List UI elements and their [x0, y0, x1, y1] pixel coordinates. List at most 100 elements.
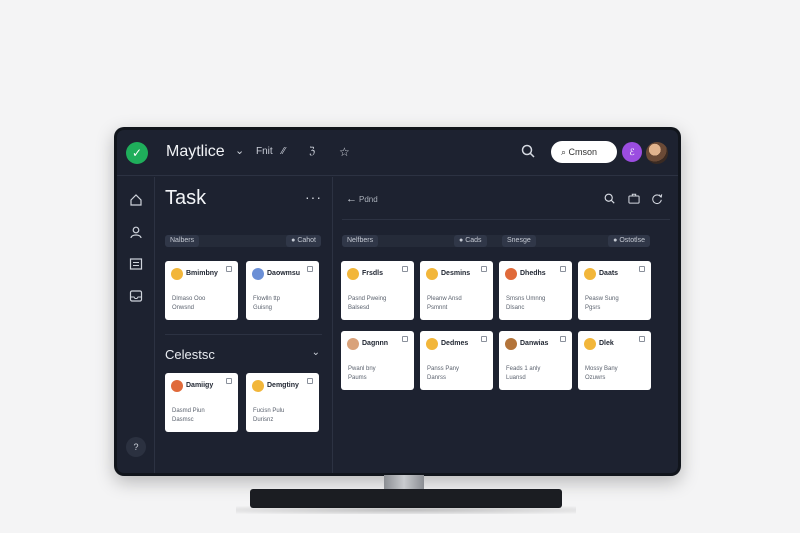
task-card[interactable]: Damiigy Dasmd Piun Dasmsc	[165, 373, 238, 432]
check-logo-icon[interactable]: ✓	[126, 142, 148, 164]
filter-chip[interactable]: ● Cahot	[286, 235, 321, 247]
filter-chip[interactable]: ● Ostotlse	[608, 235, 650, 247]
menu-item-edit[interactable]: Fnit	[256, 146, 273, 157]
menu-item-tools[interactable]: ℨ	[309, 146, 315, 157]
card-line-2: Ozuwrs	[585, 375, 606, 381]
filter-chip[interactable]: Snesge	[502, 235, 536, 247]
inbox-icon[interactable]	[129, 289, 143, 303]
user-badge[interactable]: ℰ	[622, 142, 642, 162]
list-icon[interactable]	[129, 257, 143, 271]
card-menu-icon[interactable]	[560, 336, 566, 342]
card-line-2: Luansd	[506, 375, 526, 381]
search-icon[interactable]	[521, 144, 535, 161]
back-label[interactable]: Pdnd	[359, 195, 378, 204]
card-menu-icon[interactable]	[226, 378, 232, 384]
chip-dot-icon: ●	[459, 237, 464, 244]
card-name: Danwias	[520, 340, 549, 347]
card-menu-icon[interactable]	[307, 266, 313, 272]
avatar	[252, 268, 264, 280]
menu-item-pen[interactable]: ⁄⁄	[282, 146, 285, 157]
card-menu-icon[interactable]	[307, 378, 313, 384]
task-card[interactable]: Demgtiny Fucisn Pulu Durisnz	[246, 373, 319, 432]
avatar	[426, 268, 438, 280]
card-line-1: Pleanw Ansd	[427, 296, 462, 302]
filter-chip[interactable]: ● Cads	[454, 235, 487, 247]
task-card[interactable]: Bmimbny Dlmaso Ooo Onwsnd	[165, 261, 238, 320]
monitor-frame: ✓ Maytlice ⌄ Fnit ⁄⁄ ℨ ☆ ⌕ Cmson ℰ ? Tas…	[114, 127, 681, 476]
card-line-1: Pwanl bny	[348, 366, 376, 372]
task-card[interactable]: Danwias Feads 1 anly Luansd	[499, 331, 572, 390]
card-line-1: Pasnd Pweing	[348, 296, 387, 302]
card-name: Dhedhs	[520, 270, 546, 277]
detail-panel: ← Pdnd Nelfbers ● Cads Snesge ● Ostotlse	[334, 177, 678, 473]
card-name: Desmins	[441, 270, 471, 277]
avatar	[347, 268, 359, 280]
card-menu-icon[interactable]	[402, 336, 408, 342]
card-name: Daats	[599, 270, 619, 277]
card-line-1: Peasw Sung	[585, 296, 619, 302]
card-name: Dagnnn	[362, 340, 389, 347]
avatar	[505, 338, 517, 350]
card-name: Daowmsu	[267, 270, 301, 277]
card-line-2: Onwsnd	[172, 305, 195, 311]
filter-bar: Nelfbers ● Cads Snesge ● Ostotlse	[342, 235, 650, 247]
avatar	[584, 268, 596, 280]
card-line-1: Smsns Umnng	[506, 296, 546, 302]
task-card[interactable]: Desmins Pleanw Ansd Psmnnt	[420, 261, 493, 320]
avatar	[584, 338, 596, 350]
card-line-2: Psmnnt	[427, 305, 448, 311]
avatar	[347, 338, 359, 350]
task-card[interactable]: Daowmsu Flowlln ttp Guisng	[246, 261, 319, 320]
card-name: Dedmes	[441, 340, 469, 347]
divider	[165, 334, 322, 335]
more-dots-icon[interactable]: ···	[305, 189, 322, 205]
card-name: Frsdls	[362, 270, 384, 277]
star-icon[interactable]: ☆	[339, 145, 350, 159]
card-menu-icon[interactable]	[481, 266, 487, 272]
card-line-2: Paums	[348, 375, 367, 381]
card-menu-icon[interactable]	[639, 336, 645, 342]
filter-chip[interactable]: Nalbers	[165, 235, 200, 247]
user-icon[interactable]	[129, 225, 143, 239]
card-line-2: Durisnz	[253, 417, 274, 423]
card-line-2: Dlsanc	[506, 305, 525, 311]
app-screen: ✓ Maytlice ⌄ Fnit ⁄⁄ ℨ ☆ ⌕ Cmson ℰ ? Tas…	[117, 130, 678, 473]
card-menu-icon[interactable]	[481, 336, 487, 342]
refresh-icon[interactable]	[651, 193, 663, 208]
card-line-2: Pgsrs	[585, 305, 601, 311]
back-arrow-icon[interactable]: ←	[346, 193, 357, 205]
card-menu-icon[interactable]	[560, 266, 566, 272]
search-icon[interactable]	[604, 193, 615, 207]
chip-label: Cahot	[297, 237, 316, 244]
briefcase-icon[interactable]	[628, 193, 640, 207]
task-card[interactable]: Frsdls Pasnd Pweing Balsesd	[341, 261, 414, 320]
top-bar: ✓ Maytlice ⌄ Fnit ⁄⁄ ℨ ☆ ⌕ Cmson ℰ	[117, 130, 678, 176]
card-line-1: Dlmaso Ooo	[172, 296, 206, 302]
filter-bar: Nalbers ● Cahot	[165, 235, 321, 247]
task-card[interactable]: Dhedhs Smsns Umnng Dlsanc	[499, 261, 572, 320]
stand-shadow	[236, 506, 576, 514]
card-menu-icon[interactable]	[402, 266, 408, 272]
avatar	[171, 380, 183, 392]
task-card[interactable]: Dlek Mossy Bany Ozuwrs	[578, 331, 651, 390]
chip-label: Cads	[465, 237, 482, 244]
task-card[interactable]: Dedmes Panss Pany Danrss	[420, 331, 493, 390]
filter-chip[interactable]: Nelfbers	[342, 235, 379, 247]
search-pill-icon: ⌕	[561, 147, 569, 157]
chevron-down-icon[interactable]: ⌄	[312, 347, 320, 358]
card-line-1: Panss Pany	[427, 366, 460, 372]
chip-dot-icon: ●	[613, 237, 618, 244]
task-card[interactable]: Dagnnn Pwanl bny Paums	[341, 331, 414, 390]
help-icon[interactable]: ?	[126, 437, 146, 457]
card-line-2: Guisng	[253, 305, 273, 311]
avatar	[171, 268, 183, 280]
avatar[interactable]	[646, 142, 668, 164]
card-menu-icon[interactable]	[639, 266, 645, 272]
home-icon[interactable]	[129, 193, 143, 207]
chevron-down-icon[interactable]: ⌄	[235, 144, 244, 157]
search-input[interactable]: ⌕ Cmson	[551, 141, 617, 163]
card-line-1: Feads 1 anly	[506, 366, 541, 372]
card-menu-icon[interactable]	[226, 266, 232, 272]
task-card[interactable]: Daats Peasw Sung Pgsrs	[578, 261, 651, 320]
page-title: Task	[165, 187, 207, 209]
